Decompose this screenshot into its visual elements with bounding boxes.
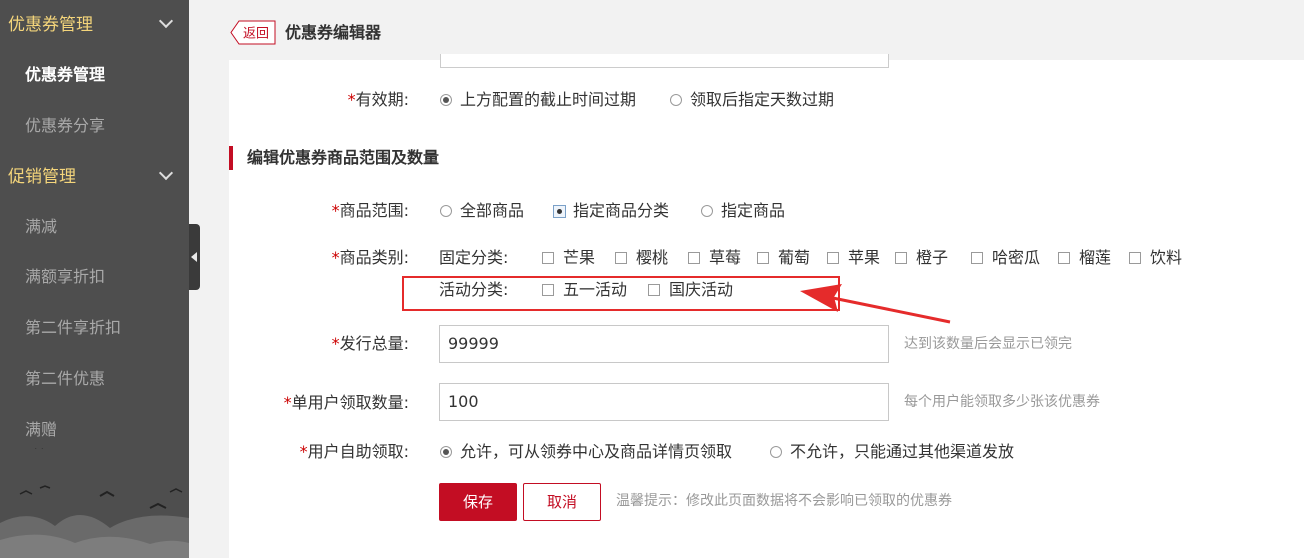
fixed-category-label: 固定分类: bbox=[439, 248, 509, 267]
sidebar: 优惠券管理 优惠券管理 优惠券分享 促销管理 满减 满额享折扣 第二件享折扣 第… bbox=[0, 0, 189, 558]
category-checkbox-durian[interactable]: 榴莲 bbox=[1058, 247, 1111, 269]
per-user-label: *单用户领取数量: bbox=[283, 393, 409, 412]
sidebar-item-amount-discount[interactable]: 满额享折扣 bbox=[0, 252, 189, 302]
sidebar-collapse-toggle[interactable] bbox=[189, 224, 200, 290]
checkbox-icon bbox=[895, 252, 907, 264]
sidebar-item-label: 满额享折扣 bbox=[25, 267, 106, 286]
back-button[interactable]: 返回 bbox=[230, 20, 276, 45]
sidebar-item-second-discount[interactable]: 第二件享折扣 bbox=[0, 303, 189, 353]
page-title: 优惠券编辑器 bbox=[285, 23, 382, 42]
checkbox-icon bbox=[827, 252, 839, 264]
chevron-down-icon bbox=[158, 165, 174, 181]
back-button-label: 返回 bbox=[243, 27, 269, 42]
category-checkbox-cherry[interactable]: 樱桃 bbox=[615, 247, 668, 269]
sidebar-item-coupon-management[interactable]: 优惠券管理 bbox=[0, 50, 189, 100]
self-claim-option-allow[interactable]: 允许，可从领券中心及商品详情页领取 bbox=[440, 441, 732, 463]
section-title: 编辑优惠券商品范围及数量 bbox=[229, 146, 439, 170]
self-claim-label: *用户自助领取: bbox=[299, 442, 409, 461]
radio-icon bbox=[440, 94, 452, 106]
checkbox-icon bbox=[1058, 252, 1070, 264]
checkbox-icon bbox=[1129, 252, 1141, 264]
per-user-hint: 每个用户能领取多少张该优惠券 bbox=[904, 394, 1100, 410]
sidebar-item-label: 第二件优惠 bbox=[25, 369, 106, 388]
category-checkbox-drinks[interactable]: 饮料 bbox=[1129, 247, 1182, 269]
sidebar-group-coupon[interactable]: 优惠券管理 bbox=[0, 0, 189, 50]
category-checkbox-melon[interactable]: 哈密瓜 bbox=[971, 247, 1040, 269]
category-checkbox-grape[interactable]: 葡萄 bbox=[757, 247, 810, 269]
category-checkbox-mango[interactable]: 芒果 bbox=[542, 247, 595, 269]
sidebar-group-label: 促销管理 bbox=[8, 167, 76, 187]
radio-icon bbox=[440, 205, 452, 217]
category-checkbox-apple[interactable]: 苹果 bbox=[827, 247, 880, 269]
collapse-arrow-icon bbox=[191, 252, 197, 262]
sidebar-group-promotion[interactable]: 促销管理 bbox=[0, 152, 189, 202]
category-checkbox-strawberry[interactable]: 草莓 bbox=[688, 247, 741, 269]
scope-option-all[interactable]: 全部商品 bbox=[440, 200, 524, 222]
per-user-quantity-input[interactable]: 100 bbox=[439, 383, 889, 421]
scope-label: *商品范围: bbox=[331, 201, 409, 220]
save-button[interactable]: 保存 bbox=[439, 483, 517, 521]
self-claim-option-deny[interactable]: 不允许，只能通过其他渠道发放 bbox=[770, 441, 1014, 463]
scope-option-category[interactable]: 指定商品分类 bbox=[553, 200, 669, 222]
cancel-button[interactable]: 取消 bbox=[523, 483, 601, 521]
checkbox-icon bbox=[757, 252, 769, 264]
scope-option-product[interactable]: 指定商品 bbox=[701, 200, 785, 222]
checkbox-icon bbox=[542, 252, 554, 264]
validity-option-days[interactable]: 领取后指定天数过期 bbox=[670, 89, 834, 111]
sidebar-item-label: 优惠券分享 bbox=[25, 116, 106, 135]
sidebar-group-label: 优惠券管理 bbox=[8, 15, 93, 35]
category-checkbox-orange[interactable]: 橙子 bbox=[895, 247, 948, 269]
radio-icon bbox=[701, 205, 713, 217]
radio-icon bbox=[670, 94, 682, 106]
sidebar-item-second-offer[interactable]: 第二件优惠 bbox=[0, 354, 189, 404]
page-header: 返回 优惠券编辑器 bbox=[200, 0, 1304, 60]
main-area: 返回 优惠券编辑器 *有效期: 上方配置的截止时间过期 领取后指定天数过期 编辑… bbox=[200, 0, 1304, 558]
sidebar-item-label: 第二件享折扣 bbox=[25, 318, 122, 337]
previous-input-field[interactable] bbox=[440, 54, 889, 68]
sidebar-item-coupon-share[interactable]: 优惠券分享 bbox=[0, 101, 189, 151]
checkbox-icon bbox=[688, 252, 700, 264]
total-label: *发行总量: bbox=[331, 334, 409, 353]
form-content: *有效期: 上方配置的截止时间过期 领取后指定天数过期 编辑优惠券商品范围及数量… bbox=[229, 54, 1304, 558]
sidebar-item-full-reduction[interactable]: 满减 bbox=[0, 202, 189, 252]
chevron-down-icon bbox=[158, 13, 174, 29]
annotation-arrow-icon bbox=[800, 284, 951, 324]
validity-option-deadline[interactable]: 上方配置的截止时间过期 bbox=[440, 89, 636, 111]
validity-label: *有效期: bbox=[347, 90, 409, 109]
warm-tip: 温馨提示：修改此页面数据将不会影响已领取的优惠券 bbox=[616, 493, 952, 509]
sidebar-item-label: 满减 bbox=[25, 217, 58, 236]
radio-icon bbox=[553, 204, 566, 218]
sidebar-item-label: 优惠券管理 bbox=[25, 65, 106, 84]
ink-landscape-decoration bbox=[0, 448, 189, 558]
checkbox-icon bbox=[615, 252, 627, 264]
radio-icon bbox=[440, 446, 452, 458]
radio-icon bbox=[770, 446, 782, 458]
category-label: *商品类别: bbox=[331, 248, 409, 267]
sidebar-item-label: 满赠 bbox=[25, 420, 58, 439]
checkbox-icon bbox=[971, 252, 983, 264]
